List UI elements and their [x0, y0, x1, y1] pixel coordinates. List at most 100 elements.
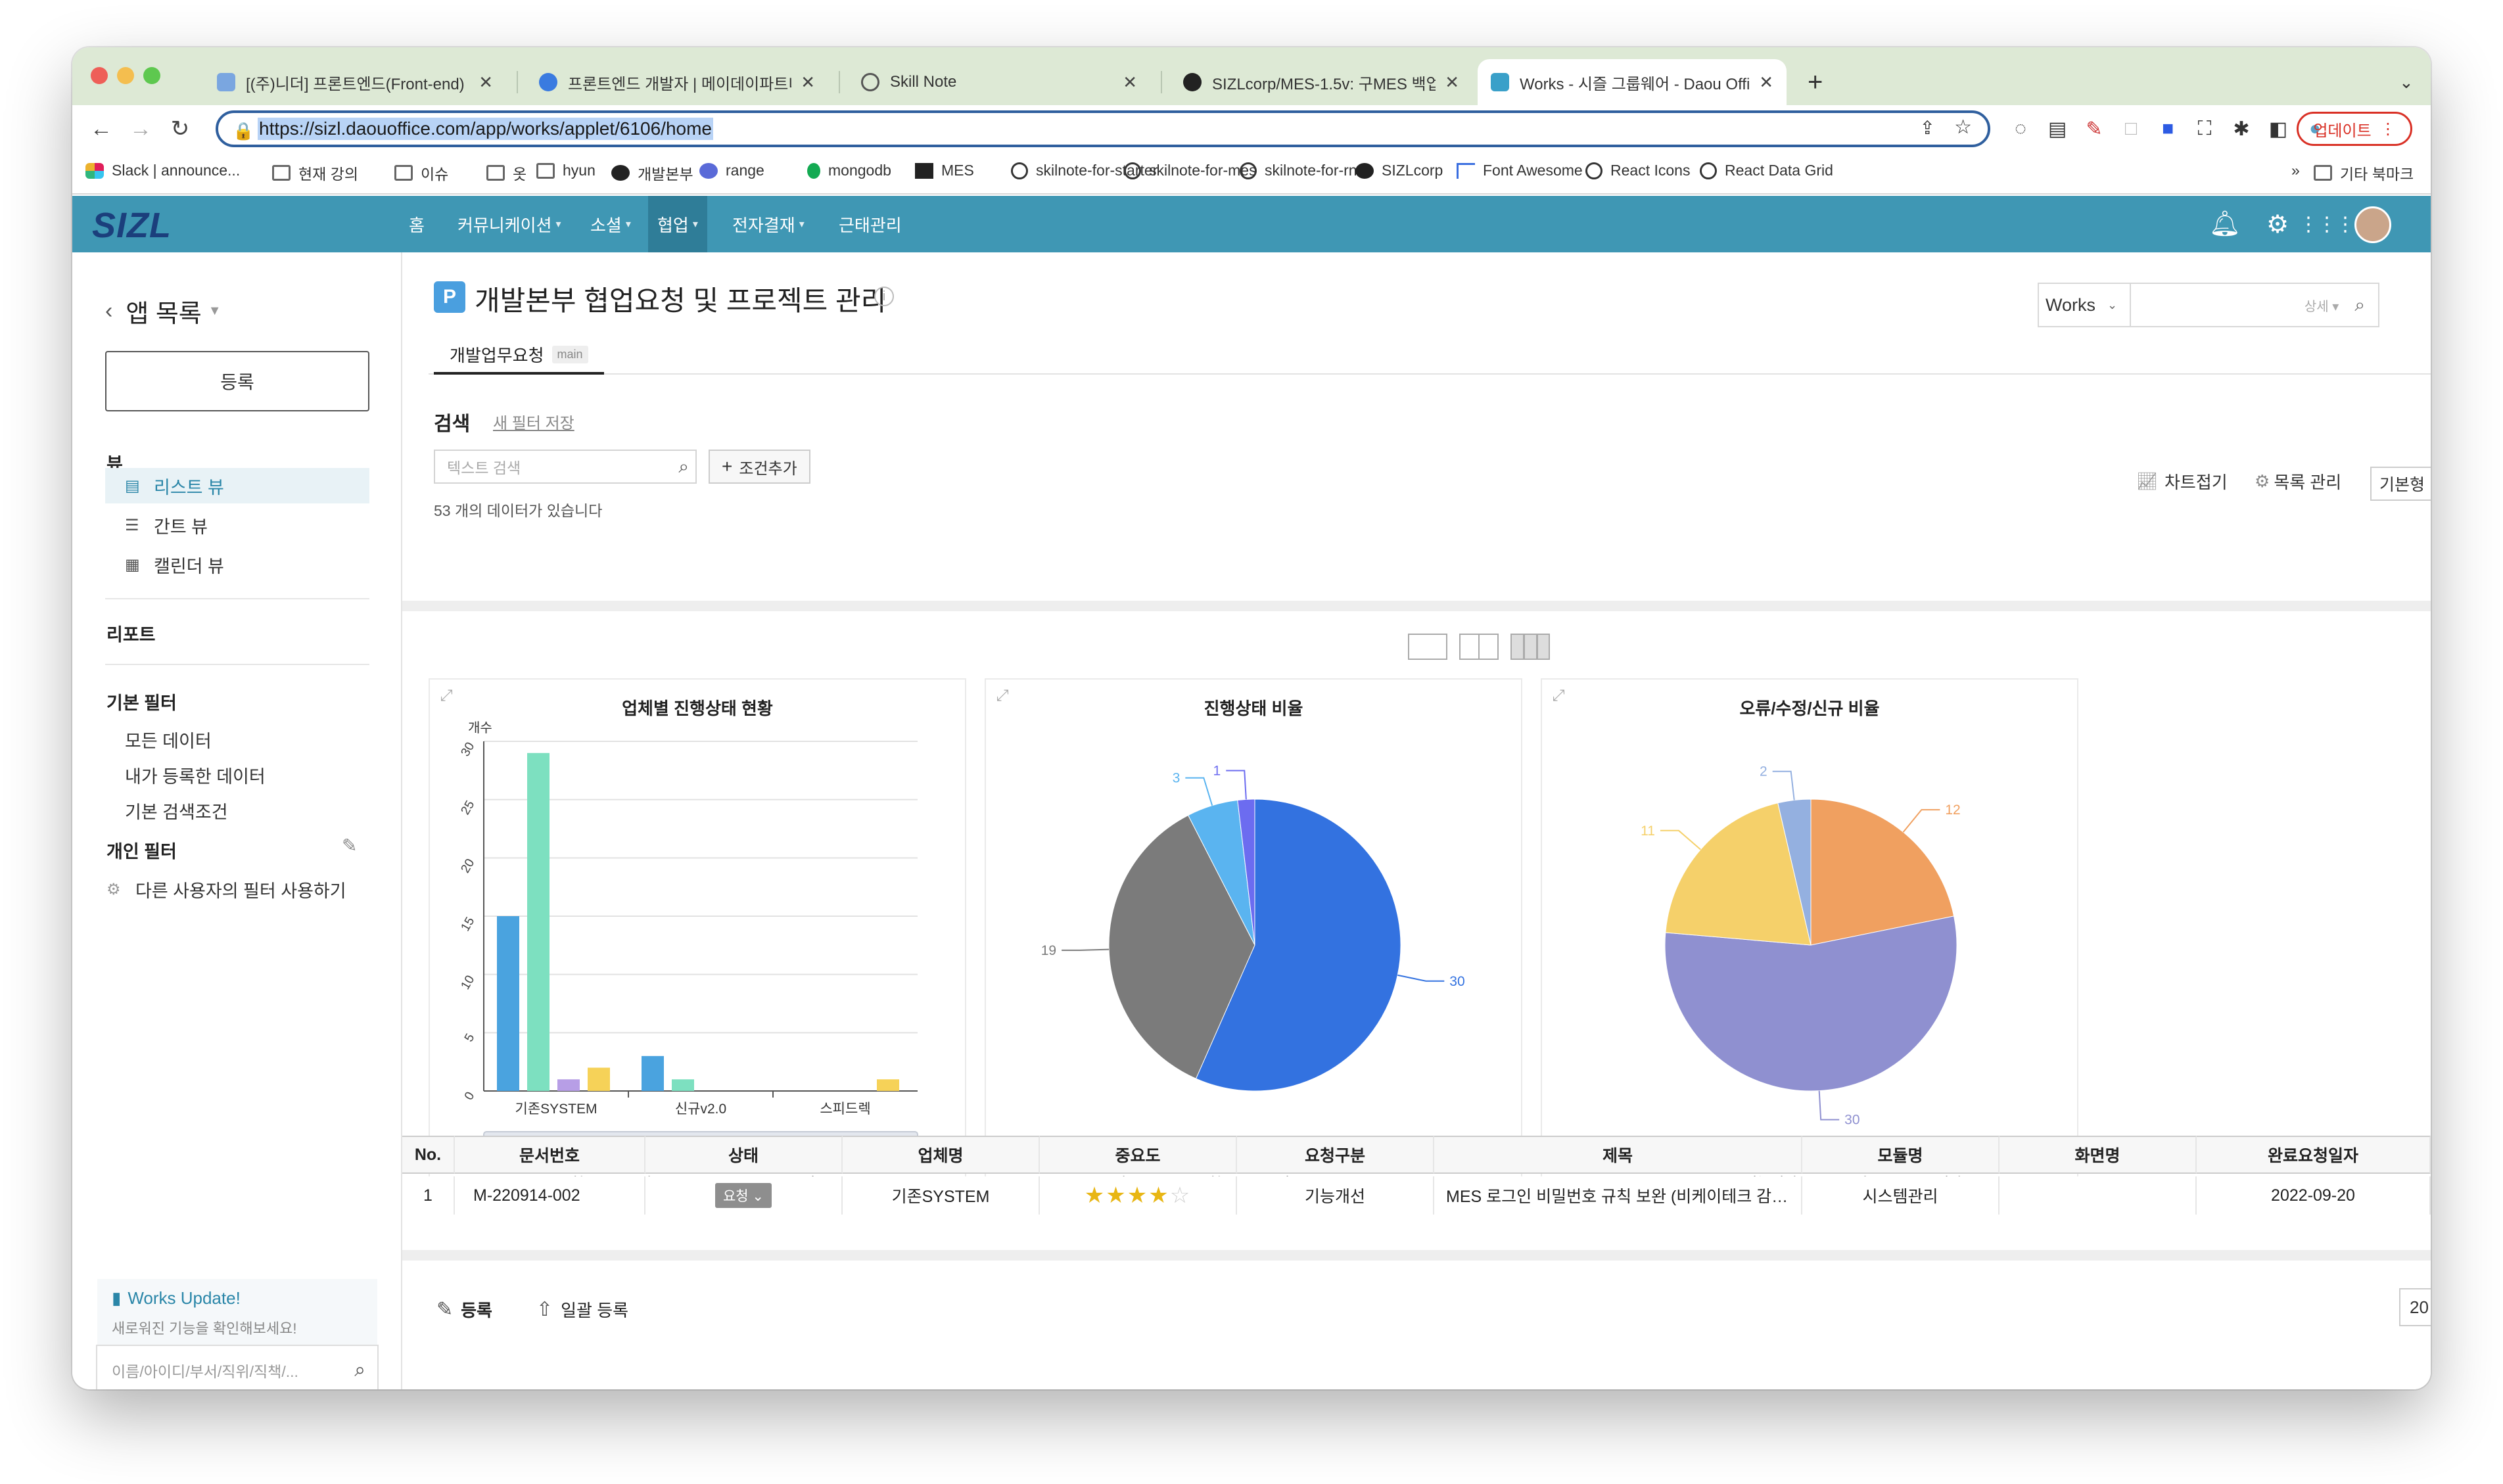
update-button[interactable]: 업데이트 ⋮	[2297, 112, 2412, 146]
column-header[interactable]: 중요도	[1040, 1136, 1237, 1174]
column-header[interactable]: 상태	[645, 1136, 843, 1174]
other-bookmarks[interactable]: 기타 북마크	[2314, 162, 2414, 184]
search-icon[interactable]: ⌕	[678, 456, 689, 478]
address-bar[interactable]: 🔒 https://sizl.daouoffice.com/app/works/…	[216, 110, 1990, 147]
gear-icon[interactable]: ⚙	[2262, 209, 2293, 239]
maximize-window-button[interactable]	[143, 67, 160, 84]
edit-pencil-icon[interactable]: ✎	[342, 835, 357, 856]
tab-dev-request[interactable]: 개발업무요청 main	[434, 336, 604, 375]
search-icon[interactable]: ⌕	[354, 1359, 365, 1381]
detail-dropdown[interactable]: 상세 ▾	[2304, 296, 2339, 315]
browser-tab[interactable]: SIZLcorp/MES-1.5v: 구MES 백업 ✕	[1170, 59, 1472, 105]
list-register-button[interactable]: ✎ 등록	[436, 1297, 492, 1322]
report-heading[interactable]: 리포트	[106, 620, 156, 646]
sidebar-item-gantt-view[interactable]: ☰ 간트 뷰	[125, 513, 208, 538]
filter-my-data[interactable]: 내가 등록한 데이터	[125, 762, 266, 788]
column-header[interactable]: 문서번호	[455, 1136, 645, 1174]
browser-tab[interactable]: 프론트엔드 개발자 | 메이데이파트너스 ✕	[526, 59, 828, 105]
extension-icon[interactable]: □	[2115, 113, 2147, 145]
browser-tab-active[interactable]: Works - 시즐 그룹웨어 - Daou Office ✕	[1478, 59, 1787, 105]
bookmark-item[interactable]: Font Awesome	[1457, 162, 1583, 179]
status-badge[interactable]: 요청 ⌄	[714, 1183, 772, 1208]
extension-icon[interactable]: ✎	[2078, 113, 2110, 145]
bookmark-item[interactable]: 이슈	[394, 162, 448, 184]
sidebar-item-list-view[interactable]: ▤ 리스트 뷰	[105, 468, 369, 503]
bookmark-item[interactable]: range	[699, 162, 764, 179]
list-manage-button[interactable]: ⚙ 목록 관리	[2255, 469, 2341, 494]
column-header[interactable]: 요청구분	[1237, 1136, 1434, 1174]
register-button[interactable]: 등록	[105, 351, 369, 411]
extension-icon[interactable]: ◌	[2005, 113, 2036, 145]
sidepanel-icon[interactable]: ◧	[2262, 113, 2294, 145]
column-header[interactable]: 모듈명	[1802, 1136, 2000, 1174]
nav-item[interactable]: 전자결재 ▾	[723, 196, 814, 252]
add-condition-button[interactable]: + 조건추가	[709, 450, 810, 484]
back-arrow-icon[interactable]: ←	[85, 113, 117, 145]
close-icon[interactable]: ✕	[1445, 72, 1459, 93]
close-window-button[interactable]	[91, 67, 108, 84]
extension-icon[interactable]: ▤	[2042, 113, 2073, 145]
url-text[interactable]: https://sizl.daouoffice.com/app/works/ap…	[258, 118, 713, 140]
minimize-window-button[interactable]	[117, 67, 134, 84]
puzzle-icon[interactable]: ✱	[2226, 113, 2257, 145]
people-search-input[interactable]: 이름/아이디/부서/직위/직책/... ⌕	[96, 1345, 379, 1389]
bulk-register-button[interactable]: ⇧ 일괄 등록	[536, 1297, 628, 1322]
bookmark-item[interactable]: SIZLcorp	[1355, 162, 1443, 179]
close-icon[interactable]: ✕	[1759, 72, 1773, 93]
column-header[interactable]: 화면명	[2000, 1136, 2197, 1174]
bookmark-item[interactable]: mongodb	[807, 162, 891, 179]
bookmark-item[interactable]: skilnote-for-rn	[1240, 162, 1357, 179]
sidebar-item-calendar-view[interactable]: ▦ 캘린더 뷰	[125, 552, 224, 578]
table-row[interactable]: 1 M-220914-002 요청 ⌄ 기존SYSTEM ★★★★☆ 기능개선 MES 로그…	[402, 1176, 2431, 1215]
nav-item[interactable]: 소셜 ▾	[581, 196, 640, 252]
info-icon[interactable]: i	[874, 287, 894, 306]
sizl-logo[interactable]: SIZL	[92, 205, 172, 246]
screenshot-icon[interactable]: ⛶	[2189, 113, 2220, 145]
works-search-input[interactable]	[2131, 284, 2304, 326]
nav-item[interactable]: 협업 ▾	[648, 196, 707, 252]
layout-2col-button[interactable]	[1459, 634, 1499, 660]
close-icon[interactable]: ✕	[1123, 72, 1137, 93]
zoom-extension-icon[interactable]: ■	[2152, 113, 2184, 145]
column-header[interactable]: 제목	[1434, 1136, 1802, 1174]
app-list-back[interactable]: ‹ 앱 목록 ▼	[105, 293, 222, 329]
share-icon[interactable]: ⇪	[1920, 117, 1935, 139]
chart-toggle-button[interactable]: 📈︎ 차트접기	[2136, 469, 2228, 494]
nav-item[interactable]: 홈	[400, 196, 434, 252]
works-update-box[interactable]: ▮ Works Update! 새로워진 기능을 확인해보세요!	[97, 1279, 377, 1345]
search-icon[interactable]: ⌕	[2354, 294, 2365, 316]
forward-arrow-icon[interactable]: →	[125, 113, 156, 145]
search-scope-select[interactable]: Works ⌄	[2039, 284, 2131, 326]
bookmark-item[interactable]: 현재 강의	[272, 162, 358, 184]
apps-grid-icon[interactable]: ⋮⋮⋮	[2299, 209, 2355, 239]
column-header[interactable]: 업체명	[843, 1136, 1040, 1174]
bookmark-item[interactable]: React Icons	[1585, 162, 1690, 179]
layout-1col-button[interactable]	[1408, 634, 1447, 660]
nav-item[interactable]: 근태관리	[830, 196, 911, 252]
column-header[interactable]: No.	[402, 1136, 455, 1174]
layout-3col-button[interactable]	[1510, 634, 1550, 660]
bookmark-item[interactable]: 개발본부	[611, 162, 693, 184]
bookmark-item[interactable]: skilnote-for-mes	[1124, 162, 1257, 179]
bookmark-item[interactable]: MES	[915, 162, 974, 179]
text-search-input[interactable]: 텍스트 검색 ⌕	[434, 450, 697, 484]
bookmark-item[interactable]: 옷	[486, 162, 526, 184]
bell-icon[interactable]: 🔔︎	[2209, 209, 2241, 239]
nav-item[interactable]: 커뮤니케이션 ▾	[448, 196, 571, 252]
browser-tab[interactable]: Skill Note ✕	[848, 59, 1150, 105]
browser-tab[interactable]: [(주)니더] 프론트엔드(Front-end) ✕	[204, 59, 506, 105]
other-user-filter[interactable]: ⚙ 다른 사용자의 필터 사용하기	[106, 877, 346, 902]
bookmark-item[interactable]: Slack | announce...	[85, 162, 240, 179]
save-filter-link[interactable]: 새 필터 저장	[493, 410, 574, 433]
tab-list-chevron-icon[interactable]: ⌄	[2386, 59, 2425, 105]
more-bookmarks-icon[interactable]: »	[2291, 162, 2300, 179]
view-type-select[interactable]: 기본형 ⌄	[2370, 467, 2431, 501]
page-size-select[interactable]: 20 ⌄	[2399, 1288, 2431, 1326]
filter-default-search[interactable]: 기본 검색조건	[125, 798, 228, 823]
bookmark-star-icon[interactable]: ☆	[1954, 116, 1972, 139]
column-header[interactable]: 완료요청일자	[2197, 1136, 2431, 1174]
filter-all-data[interactable]: 모든 데이터	[125, 727, 212, 753]
close-icon[interactable]: ✕	[479, 72, 493, 93]
close-icon[interactable]: ✕	[801, 72, 815, 93]
new-tab-button[interactable]: +	[1794, 59, 1834, 105]
